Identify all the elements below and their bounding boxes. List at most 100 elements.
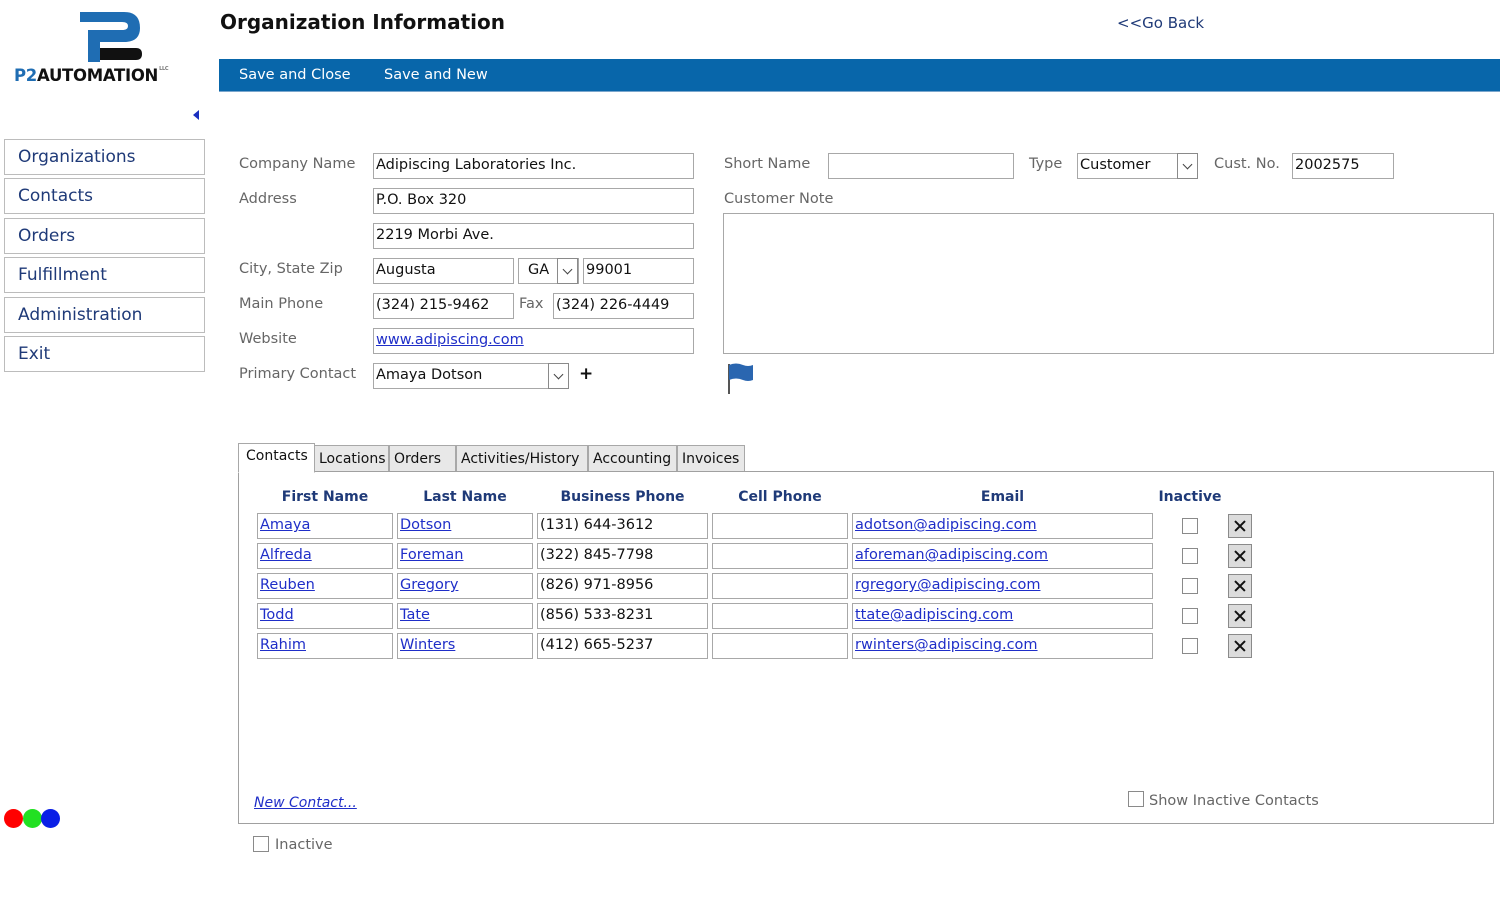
save-and-close-button[interactable]: Save and Close <box>239 67 351 83</box>
col-header-business-phone: Business Phone <box>560 489 685 505</box>
type-label: Type <box>1029 156 1063 172</box>
first-name-cell[interactable]: Todd <box>257 603 393 629</box>
state-dropdown-chevron-icon[interactable] <box>557 258 578 284</box>
cust-no-label: Cust. No. <box>1214 156 1280 172</box>
green-status-dot <box>22 809 42 828</box>
logo-suffix: LLC <box>159 66 169 72</box>
zip-input[interactable]: 99001 <box>583 258 694 284</box>
col-header-last-name: Last Name <box>423 489 507 505</box>
delete-contact-x-icon[interactable] <box>1228 604 1252 628</box>
fax-input[interactable]: (324) 226-4449 <box>553 293 694 319</box>
sidebar-item-orders[interactable]: Orders <box>4 217 205 254</box>
address-line1-input[interactable]: P.O. Box 320 <box>373 188 694 214</box>
add-contact-plus-icon[interactable]: + <box>579 364 593 384</box>
city-input[interactable]: Augusta <box>373 258 514 284</box>
company-name-label: Company Name <box>239 156 356 172</box>
tab-locations[interactable]: Locations <box>314 445 389 472</box>
tab-accounting[interactable]: Accounting <box>588 445 677 472</box>
sidebar-item-contacts[interactable]: Contacts <box>4 178 205 215</box>
contact-inactive-checkbox[interactable] <box>1182 638 1198 654</box>
email-cell[interactable]: aforeman@adipiscing.com <box>852 543 1153 569</box>
go-back-link[interactable]: <<Go Back <box>1117 14 1204 32</box>
address-label: Address <box>239 191 297 207</box>
save-and-new-button[interactable]: Save and New <box>384 67 488 83</box>
short-name-input[interactable] <box>828 153 1014 179</box>
col-header-first-name: First Name <box>281 489 369 505</box>
tab-contacts[interactable]: Contacts <box>238 443 315 473</box>
page-title: Organization Information <box>220 10 505 34</box>
organization-inactive-toggle[interactable]: Inactive <box>253 836 333 853</box>
last-name-cell[interactable]: Foreman <box>397 543 533 569</box>
email-cell[interactable]: rwinters@adipiscing.com <box>852 633 1153 659</box>
red-status-dot <box>4 809 23 828</box>
business-phone-cell[interactable]: (856) 533-8231 <box>537 603 708 629</box>
sidebar-item-exit[interactable]: Exit <box>4 335 205 372</box>
company-logo: P2AUTOMATIONLLC <box>10 6 200 88</box>
business-phone-cell[interactable]: (131) 644-3612 <box>537 513 708 539</box>
tab-invoices[interactable]: Invoices <box>677 445 745 472</box>
website-input[interactable]: www.adipiscing.com <box>373 328 694 354</box>
flag-icon[interactable] <box>726 362 756 396</box>
last-name-cell[interactable]: Gregory <box>397 573 533 599</box>
company-name-input[interactable]: Adipiscing Laboratories Inc. <box>373 153 694 179</box>
contact-inactive-checkbox[interactable] <box>1182 518 1198 534</box>
address-line2-input[interactable]: 2219 Morbi Ave. <box>373 223 694 249</box>
sidebar-item-organizations[interactable]: Organizations <box>4 139 205 175</box>
primary-contact-select[interactable]: Amaya Dotson <box>373 363 569 389</box>
delete-contact-x-icon[interactable] <box>1228 514 1252 538</box>
logo-name: AUTOMATION <box>36 66 159 85</box>
logo-wordmark: P2AUTOMATIONLLC <box>14 66 169 85</box>
last-name-cell[interactable]: Dotson <box>397 513 533 539</box>
organization-inactive-checkbox[interactable] <box>253 836 269 852</box>
col-header-cell-phone: Cell Phone <box>738 489 822 505</box>
contacts-tab-panel: First Name Last Name Business Phone Cell… <box>238 471 1494 824</box>
blue-status-dot <box>41 809 60 828</box>
organization-inactive-label: Inactive <box>275 837 333 853</box>
col-header-email: Email <box>980 489 1025 505</box>
tab-orders[interactable]: Orders <box>389 445 456 472</box>
cell-phone-cell[interactable] <box>712 513 848 539</box>
sidebar-item-administration[interactable]: Administration <box>4 296 205 333</box>
status-dots <box>4 809 60 829</box>
cust-no-input[interactable]: 2002575 <box>1292 153 1394 179</box>
contact-inactive-checkbox[interactable] <box>1182 608 1198 624</box>
tab-activities-history[interactable]: Activities/History <box>456 445 588 472</box>
first-name-cell[interactable]: Rahim <box>257 633 393 659</box>
delete-contact-x-icon[interactable] <box>1228 634 1252 658</box>
city-state-zip-label: City, State Zip <box>239 261 343 277</box>
logo-prefix: P2 <box>14 66 37 85</box>
sidebar-item-fulfillment[interactable]: Fulfillment <box>4 257 205 294</box>
email-cell[interactable]: ttate@adipiscing.com <box>852 603 1153 629</box>
customer-note-label: Customer Note <box>724 191 834 207</box>
collapse-sidebar-icon[interactable] <box>193 110 199 120</box>
main-phone-input[interactable]: (324) 215-9462 <box>373 293 514 319</box>
cell-phone-cell[interactable] <box>712 573 848 599</box>
contact-inactive-checkbox[interactable] <box>1182 578 1198 594</box>
primary-contact-chevron-icon[interactable] <box>548 363 569 389</box>
show-inactive-contacts-toggle[interactable]: Show Inactive Contacts <box>1128 791 1319 809</box>
first-name-cell[interactable]: Amaya <box>257 513 393 539</box>
delete-contact-x-icon[interactable] <box>1228 574 1252 598</box>
last-name-cell[interactable]: Tate <box>397 603 533 629</box>
primary-contact-label: Primary Contact <box>239 366 357 382</box>
email-cell[interactable]: adotson@adipiscing.com <box>852 513 1153 539</box>
cell-phone-cell[interactable] <box>712 633 848 659</box>
first-name-cell[interactable]: Reuben <box>257 573 393 599</box>
email-cell[interactable]: rgregory@adipiscing.com <box>852 573 1153 599</box>
first-name-cell[interactable]: Alfreda <box>257 543 393 569</box>
business-phone-cell[interactable]: (412) 665-5237 <box>537 633 708 659</box>
business-phone-cell[interactable]: (826) 971-8956 <box>537 573 708 599</box>
col-header-inactive: Inactive <box>1158 489 1222 505</box>
cell-phone-cell[interactable] <box>712 543 848 569</box>
delete-contact-x-icon[interactable] <box>1228 544 1252 568</box>
cell-phone-cell[interactable] <box>712 603 848 629</box>
fax-label: Fax <box>519 296 544 312</box>
show-inactive-checkbox[interactable] <box>1128 791 1144 807</box>
main-phone-label: Main Phone <box>239 296 324 312</box>
last-name-cell[interactable]: Winters <box>397 633 533 659</box>
type-dropdown-chevron-icon[interactable] <box>1177 153 1198 179</box>
business-phone-cell[interactable]: (322) 845-7798 <box>537 543 708 569</box>
new-contact-link[interactable]: New Contact... <box>254 795 357 811</box>
contact-inactive-checkbox[interactable] <box>1182 548 1198 564</box>
customer-note-textarea[interactable] <box>723 213 1494 354</box>
